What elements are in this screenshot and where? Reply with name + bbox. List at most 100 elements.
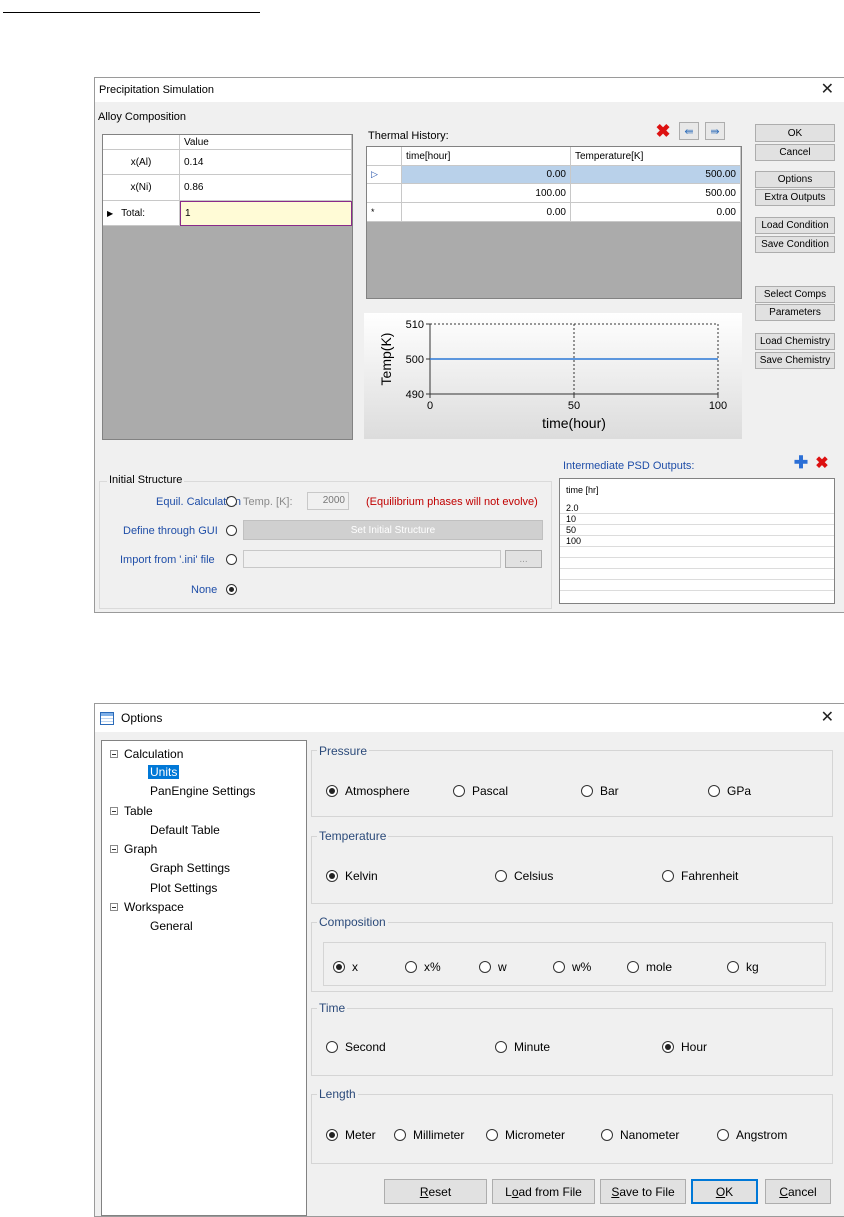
composition-kg[interactable]: kg: [727, 960, 759, 974]
temperature-celsius[interactable]: Celsius: [495, 869, 553, 883]
tree-node-workspace[interactable]: Workspace: [110, 900, 184, 914]
time-minute[interactable]: Minute: [495, 1040, 550, 1054]
composition-w[interactable]: w: [479, 960, 507, 974]
set-initial-structure-button[interactable]: Set Initial Structure: [243, 520, 543, 540]
radio-icon[interactable]: [486, 1129, 498, 1141]
close-icon[interactable]: ✕: [821, 710, 834, 726]
radio-icon[interactable]: [717, 1129, 729, 1141]
radio-icon[interactable]: [495, 1041, 507, 1053]
load-from-file-button[interactable]: Lo ad from File: [492, 1179, 595, 1204]
composition-x[interactable]: x: [333, 960, 358, 974]
collapse-icon[interactable]: [110, 750, 118, 758]
import-button[interactable]: ⇚: [679, 122, 699, 140]
radio-icon[interactable]: [662, 1041, 674, 1053]
list-item[interactable]: 50: [560, 525, 834, 536]
radio-icon[interactable]: [326, 870, 338, 882]
list-item[interactable]: [560, 558, 834, 569]
radio-icon[interactable]: [479, 961, 491, 973]
define-gui-radio[interactable]: [226, 525, 237, 536]
tree-node-table[interactable]: Table: [110, 804, 153, 818]
equil-calculation-radio[interactable]: [226, 496, 237, 507]
composition-w-percent[interactable]: w%: [553, 960, 591, 974]
collapse-icon[interactable]: [110, 807, 118, 815]
save-condition-button[interactable]: Save Condition: [755, 236, 835, 253]
list-item[interactable]: [560, 580, 834, 591]
select-comps-button[interactable]: Select Comps: [755, 286, 835, 303]
cancel-button[interactable]: Cancel: [755, 144, 835, 161]
ini-file-input[interactable]: [243, 550, 501, 568]
radio-icon[interactable]: [553, 961, 565, 973]
ok-button[interactable]: OK: [755, 124, 835, 142]
list-item[interactable]: [560, 547, 834, 558]
tree-node-units[interactable]: Units: [148, 765, 180, 779]
tree-node-calculation[interactable]: Calculation: [110, 747, 183, 761]
add-psd-button[interactable]: ✚: [792, 453, 810, 472]
thermal-temp-cell[interactable]: 500.00: [571, 166, 741, 184]
temperature-fahrenheit[interactable]: Fahrenheit: [662, 869, 738, 883]
collapse-icon[interactable]: [110, 903, 118, 911]
pressure-bar[interactable]: Bar: [581, 784, 619, 798]
tree-node-graph-settings[interactable]: Graph Settings: [150, 861, 230, 875]
ok-button[interactable]: OK: [691, 1179, 758, 1204]
radio-icon[interactable]: [662, 870, 674, 882]
radio-icon[interactable]: [394, 1129, 406, 1141]
radio-icon[interactable]: [708, 785, 720, 797]
reset-button[interactable]: Reset: [384, 1179, 487, 1204]
radio-icon[interactable]: [333, 961, 345, 973]
parameters-button[interactable]: Parameters: [755, 304, 835, 321]
pressure-atmosphere[interactable]: Atmosphere: [326, 784, 410, 798]
radio-icon[interactable]: [326, 1129, 338, 1141]
length-meter[interactable]: Meter: [326, 1128, 376, 1142]
time-hour[interactable]: Hour: [662, 1040, 707, 1054]
length-nanometer[interactable]: Nanometer: [601, 1128, 679, 1142]
load-chemistry-button[interactable]: Load Chemistry: [755, 333, 835, 350]
time-second[interactable]: Second: [326, 1040, 386, 1054]
length-angstrom[interactable]: Angstrom: [717, 1128, 787, 1142]
temp-input[interactable]: 2000: [307, 492, 349, 510]
radio-icon[interactable]: [627, 961, 639, 973]
collapse-icon[interactable]: [110, 845, 118, 853]
list-item[interactable]: 2.0: [560, 503, 834, 514]
none-radio[interactable]: [226, 584, 237, 595]
thermal-temp-cell[interactable]: 0.00: [571, 203, 741, 222]
pressure-pascal[interactable]: Pascal: [453, 784, 508, 798]
list-item[interactable]: [560, 569, 834, 580]
radio-icon[interactable]: [601, 1129, 613, 1141]
tree-node-default-table[interactable]: Default Table: [150, 823, 220, 837]
radio-icon[interactable]: [453, 785, 465, 797]
tree-node-panengine-settings[interactable]: PanEngine Settings: [150, 784, 255, 798]
tree-node-general[interactable]: General: [150, 919, 193, 933]
thermal-time-cell[interactable]: 100.00: [402, 184, 571, 203]
tree-node-plot-settings[interactable]: Plot Settings: [150, 881, 217, 895]
length-millimeter[interactable]: Millimeter: [394, 1128, 464, 1142]
browse-button[interactable]: ...: [505, 550, 542, 568]
radio-icon[interactable]: [326, 1041, 338, 1053]
cancel-button[interactable]: Cancel: [765, 1179, 831, 1204]
save-to-file-button[interactable]: Save to File: [600, 1179, 686, 1204]
thermal-time-cell[interactable]: 0.00: [402, 166, 571, 184]
list-item[interactable]: 100: [560, 536, 834, 547]
thermal-time-cell[interactable]: 0.00: [402, 203, 571, 222]
options-button[interactable]: Options: [755, 171, 835, 188]
thermal-temp-cell[interactable]: 500.00: [571, 184, 741, 203]
list-item[interactable]: 10: [560, 514, 834, 525]
export-button[interactable]: ⇛: [705, 122, 725, 140]
close-icon[interactable]: ✕: [821, 82, 834, 98]
load-condition-button[interactable]: Load Condition: [755, 217, 835, 234]
delete-row-button[interactable]: ✖: [653, 121, 673, 141]
import-ini-radio[interactable]: [226, 554, 237, 565]
radio-icon[interactable]: [326, 785, 338, 797]
extra-outputs-button[interactable]: Extra Outputs: [755, 189, 835, 206]
delete-psd-button[interactable]: ✖: [813, 454, 831, 472]
psd-list[interactable]: time [hr] 2.0 10 50 100: [559, 478, 835, 604]
length-micrometer[interactable]: Micrometer: [486, 1128, 565, 1142]
radio-icon[interactable]: [495, 870, 507, 882]
pressure-gpa[interactable]: GPa: [708, 784, 751, 798]
radio-icon[interactable]: [581, 785, 593, 797]
alloy-row-value[interactable]: 0.86: [180, 175, 352, 201]
composition-x-percent[interactable]: x%: [405, 960, 441, 974]
alloy-total-value[interactable]: 1: [180, 201, 352, 226]
composition-mole[interactable]: mole: [627, 960, 672, 974]
radio-icon[interactable]: [727, 961, 739, 973]
radio-icon[interactable]: [405, 961, 417, 973]
